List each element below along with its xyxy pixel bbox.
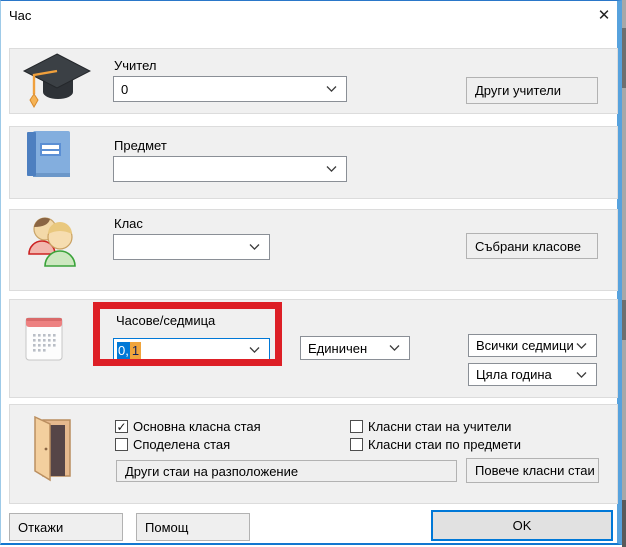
home-classroom-checkbox-label: Основна класна стая xyxy=(133,419,261,434)
joined-classes-button-label: Събрани класове xyxy=(475,239,581,254)
close-icon[interactable]: ✕ xyxy=(592,4,616,26)
checkbox-unchecked-icon xyxy=(115,438,128,451)
teacher-label: Учител xyxy=(114,58,157,73)
chevron-down-icon xyxy=(576,371,587,378)
other-teachers-button[interactable]: Други учители xyxy=(466,77,598,104)
subject-rooms-checkbox[interactable]: Класни стаи по предмети xyxy=(350,437,521,452)
students-icon xyxy=(23,214,87,268)
window-title: Час xyxy=(9,8,31,23)
calendar-icon xyxy=(25,315,63,362)
chevron-down-icon xyxy=(249,244,260,251)
home-classroom-checkbox[interactable]: ✓ Основна класна стая xyxy=(115,419,261,434)
checkbox-unchecked-icon xyxy=(350,420,363,433)
cancel-button[interactable]: Откажи xyxy=(9,513,123,541)
checkbox-checked-icon: ✓ xyxy=(115,420,128,433)
door-icon xyxy=(29,416,77,482)
subject-combobox[interactable] xyxy=(113,156,347,182)
checkbox-unchecked-icon xyxy=(350,438,363,451)
subject-label: Предмет xyxy=(114,138,167,153)
term-combobox[interactable]: Цяла година xyxy=(468,363,597,386)
duration-combobox-value: Единичен xyxy=(308,341,367,356)
term-combobox-value: Цяла година xyxy=(476,367,552,382)
chevron-down-icon xyxy=(576,342,587,349)
weeks-combobox-value: Всички седмици xyxy=(476,338,574,353)
teachers-rooms-checkbox-label: Класни стаи на учители xyxy=(368,419,511,434)
other-teachers-button-label: Други учители xyxy=(475,83,561,98)
weeks-combobox[interactable]: Всички седмици xyxy=(468,334,597,357)
checkmark-glyph: ✓ xyxy=(116,421,126,433)
title-bar: Час ✕ xyxy=(1,1,617,29)
lesson-dialog-window: Час ✕ Учител 0 Други учители Предмет xyxy=(0,0,622,545)
help-button-label: Помощ xyxy=(145,520,188,535)
section-rooms xyxy=(9,404,618,504)
book-icon xyxy=(27,131,71,179)
class-combobox[interactable] xyxy=(113,234,270,260)
shared-room-checkbox-label: Споделена стая xyxy=(133,437,230,452)
chevron-down-icon xyxy=(389,345,400,352)
more-rooms-button-label: Повече класни стаи xyxy=(475,463,595,478)
help-button[interactable]: Помощ xyxy=(136,513,250,541)
ok-button[interactable]: OK xyxy=(431,510,613,541)
shared-room-checkbox[interactable]: Споделена стая xyxy=(115,437,230,452)
ok-button-label: OK xyxy=(513,518,532,533)
class-label: Клас xyxy=(114,216,143,231)
other-rooms-button-label: Други стаи на разположение xyxy=(125,464,298,479)
chevron-down-icon xyxy=(326,166,337,173)
teachers-rooms-checkbox[interactable]: Класни стаи на учители xyxy=(350,419,511,434)
duration-combobox[interactable]: Единичен xyxy=(300,336,410,360)
subject-rooms-checkbox-label: Класни стаи по предмети xyxy=(368,437,521,452)
highlight-rectangle xyxy=(93,302,282,366)
desktop-edge xyxy=(622,0,626,547)
chevron-down-icon xyxy=(326,86,337,93)
cancel-button-label: Откажи xyxy=(18,520,63,535)
more-rooms-button[interactable]: Повече класни стаи xyxy=(466,458,599,483)
joined-classes-button[interactable]: Събрани класове xyxy=(466,233,598,259)
teacher-combobox-value: 0 xyxy=(121,82,128,97)
graduation-cap-icon xyxy=(21,52,91,110)
teacher-combobox[interactable]: 0 xyxy=(113,76,347,102)
other-rooms-button[interactable]: Други стаи на разположение xyxy=(116,460,457,482)
